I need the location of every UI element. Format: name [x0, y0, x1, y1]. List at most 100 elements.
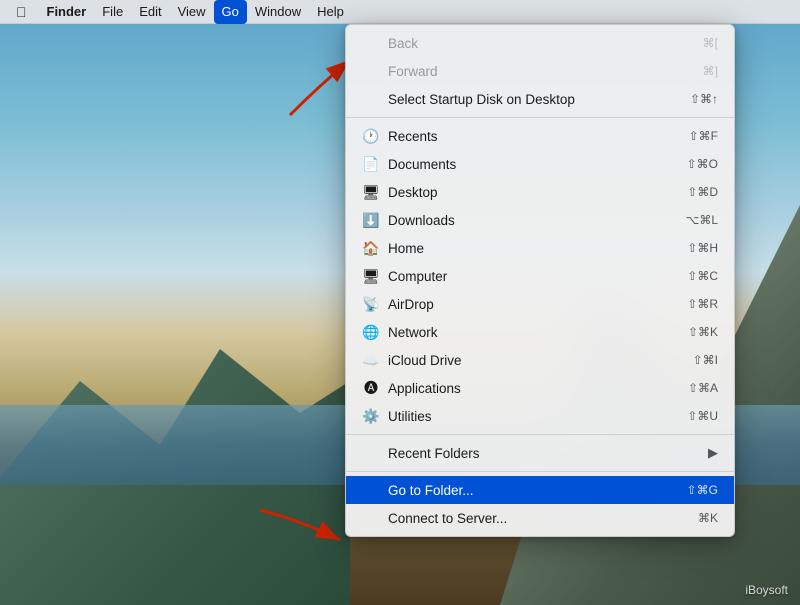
separator-2: [346, 434, 734, 435]
arrow-bottom: [240, 490, 360, 560]
separator-3: [346, 471, 734, 472]
applications-shortcut: ⇧⌘A: [688, 381, 718, 395]
desktop-icon: 🖥: [362, 183, 380, 201]
recent-folders-arrow: ▶: [708, 445, 718, 461]
menu-item-network-left: 🌐 Network: [362, 323, 438, 341]
menu-item-home[interactable]: 🏠 Home ⇧⌘H: [346, 234, 734, 262]
window-menu[interactable]: Window: [247, 0, 309, 24]
menu-item-go-to-folder[interactable]: Go to Folder... ⇧⌘G: [346, 476, 734, 504]
home-label: Home: [388, 241, 424, 256]
computer-label: Computer: [388, 269, 447, 284]
menu-item-connect-to-server[interactable]: Connect to Server... ⌘K: [346, 504, 734, 532]
recents-shortcut: ⇧⌘F: [689, 129, 718, 143]
menu-item-back-left: Back: [362, 36, 418, 51]
finder-label: Finder: [47, 4, 87, 19]
documents-label: Documents: [388, 157, 456, 172]
menu-item-recents[interactable]: 🕐 Recents ⇧⌘F: [346, 122, 734, 150]
menu-item-icloud-left: ☁️ iCloud Drive: [362, 351, 462, 369]
window-label: Window: [255, 4, 301, 19]
menu-item-back[interactable]: Back ⌘[: [346, 29, 734, 57]
menu-item-recents-left: 🕐 Recents: [362, 127, 438, 145]
separator-1: [346, 117, 734, 118]
forward-shortcut: ⌘]: [703, 64, 718, 78]
applications-icon: 🅐: [362, 379, 380, 397]
home-icon: 🏠: [362, 239, 380, 257]
iboy-watermark: iBoysoft: [745, 583, 788, 597]
help-menu[interactable]: Help: [309, 0, 352, 24]
menu-item-computer-left: 🖥 Computer: [362, 267, 447, 285]
menu-item-applications[interactable]: 🅐 Applications ⇧⌘A: [346, 374, 734, 402]
computer-shortcut: ⇧⌘C: [687, 269, 718, 283]
computer-icon: 🖥: [362, 267, 380, 285]
desktop-label: Desktop: [388, 185, 438, 200]
menu-item-computer[interactable]: 🖥 Computer ⇧⌘C: [346, 262, 734, 290]
menu-item-go-to-folder-left: Go to Folder...: [362, 483, 474, 498]
startup-disk-shortcut: ⇧⌘↑: [690, 92, 718, 106]
menu-item-startup-disk[interactable]: Select Startup Disk on Desktop ⇧⌘↑: [346, 85, 734, 113]
view-label: View: [178, 4, 206, 19]
go-dropdown-menu: Back ⌘[ Forward ⌘] Select Startup Disk o…: [345, 24, 735, 537]
menu-item-documents[interactable]: 📄 Documents ⇧⌘O: [346, 150, 734, 178]
go-label: Go: [222, 4, 239, 19]
menu-item-recent-folders[interactable]: Recent Folders ▶: [346, 439, 734, 467]
icloud-icon: ☁️: [362, 351, 380, 369]
menu-item-startup-left: Select Startup Disk on Desktop: [362, 92, 575, 107]
downloads-icon: ⬇️: [362, 211, 380, 229]
icloud-drive-shortcut: ⇧⌘I: [693, 353, 718, 367]
recents-icon: 🕐: [362, 127, 380, 145]
utilities-icon: ⚙️: [362, 407, 380, 425]
menu-item-recent-folders-left: Recent Folders: [362, 446, 480, 461]
desktop-shortcut: ⇧⌘D: [687, 185, 718, 199]
network-label: Network: [388, 325, 438, 340]
utilities-shortcut: ⇧⌘U: [687, 409, 718, 423]
menu-item-network[interactable]: 🌐 Network ⇧⌘K: [346, 318, 734, 346]
back-shortcut: ⌘[: [703, 36, 718, 50]
connect-to-server-label: Connect to Server...: [388, 511, 507, 526]
menu-item-desktop[interactable]: 🖥 Desktop ⇧⌘D: [346, 178, 734, 206]
menu-item-home-left: 🏠 Home: [362, 239, 424, 257]
connect-to-server-shortcut: ⌘K: [698, 511, 718, 525]
go-to-folder-shortcut: ⇧⌘G: [687, 483, 718, 497]
airdrop-icon: 📡: [362, 295, 380, 313]
network-icon: 🌐: [362, 323, 380, 341]
menu-item-applications-left: 🅐 Applications: [362, 379, 461, 397]
finder-menu[interactable]: Finder: [39, 0, 95, 24]
downloads-shortcut: ⌥⌘L: [685, 213, 718, 227]
go-menu[interactable]: Go: [214, 0, 247, 24]
menu-item-downloads[interactable]: ⬇️ Downloads ⌥⌘L: [346, 206, 734, 234]
menu-item-forward-left: Forward: [362, 64, 438, 79]
file-label: File: [102, 4, 123, 19]
menu-item-documents-left: 📄 Documents: [362, 155, 456, 173]
icloud-drive-label: iCloud Drive: [388, 353, 462, 368]
recents-label: Recents: [388, 129, 438, 144]
menu-item-airdrop-left: 📡 AirDrop: [362, 295, 434, 313]
menu-item-downloads-left: ⬇️ Downloads: [362, 211, 455, 229]
utilities-label: Utilities: [388, 409, 432, 424]
home-shortcut: ⇧⌘H: [687, 241, 718, 255]
edit-menu[interactable]: Edit: [131, 0, 169, 24]
applications-label: Applications: [388, 381, 461, 396]
menu-item-utilities-left: ⚙️ Utilities: [362, 407, 432, 425]
apple-icon: : [16, 4, 27, 20]
menubar:  Finder File Edit View Go Window Help: [0, 0, 800, 24]
airdrop-shortcut: ⇧⌘R: [687, 297, 718, 311]
menu-item-connect-left: Connect to Server...: [362, 511, 507, 526]
startup-disk-label: Select Startup Disk on Desktop: [388, 92, 575, 107]
network-shortcut: ⇧⌘K: [688, 325, 718, 339]
back-label: Back: [388, 36, 418, 51]
menu-item-icloud-drive[interactable]: ☁️ iCloud Drive ⇧⌘I: [346, 346, 734, 374]
menu-item-airdrop[interactable]: 📡 AirDrop ⇧⌘R: [346, 290, 734, 318]
documents-shortcut: ⇧⌘O: [687, 157, 718, 171]
documents-icon: 📄: [362, 155, 380, 173]
help-label: Help: [317, 4, 344, 19]
downloads-label: Downloads: [388, 213, 455, 228]
apple-menu[interactable]: : [8, 0, 39, 24]
file-menu[interactable]: File: [94, 0, 131, 24]
view-menu[interactable]: View: [170, 0, 214, 24]
recent-folders-label: Recent Folders: [388, 446, 480, 461]
forward-label: Forward: [388, 64, 438, 79]
edit-label: Edit: [139, 4, 161, 19]
menu-item-utilities[interactable]: ⚙️ Utilities ⇧⌘U: [346, 402, 734, 430]
menu-item-desktop-left: 🖥 Desktop: [362, 183, 438, 201]
menu-item-forward[interactable]: Forward ⌘]: [346, 57, 734, 85]
